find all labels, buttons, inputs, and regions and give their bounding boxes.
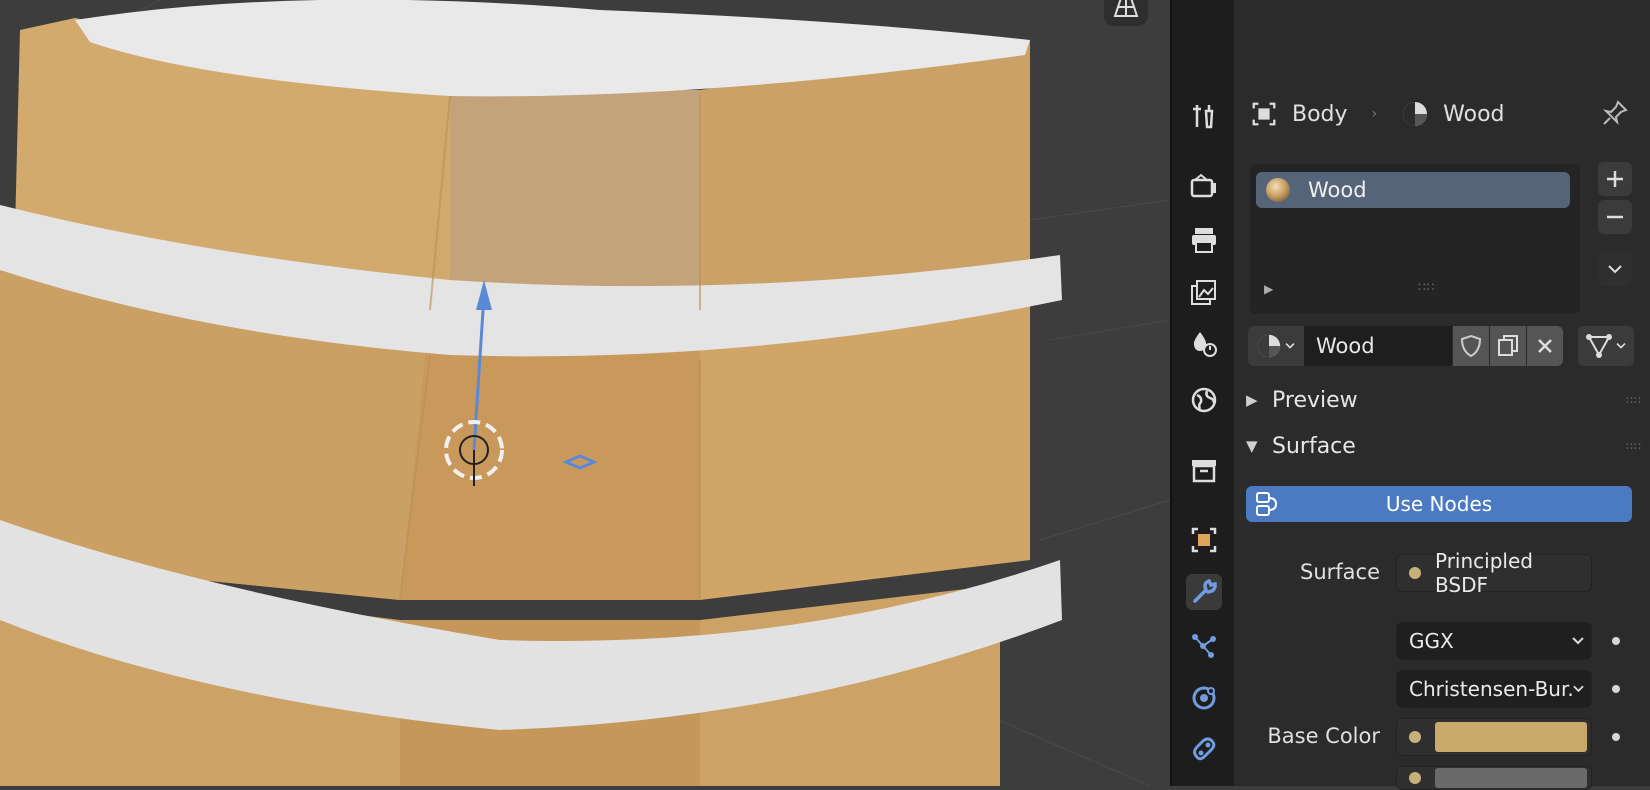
duplicate-icon xyxy=(1498,335,1518,356)
node-tree-icon xyxy=(1256,492,1278,516)
next-property-field[interactable] xyxy=(1396,766,1592,790)
chevron-down-icon xyxy=(1573,685,1584,693)
chevron-down-icon xyxy=(1616,343,1626,349)
plus-icon xyxy=(1607,171,1623,187)
properties-tab-bar xyxy=(1170,0,1236,786)
constraints-tab[interactable] xyxy=(1186,732,1222,768)
use-nodes-button[interactable]: Use Nodes xyxy=(1246,486,1632,522)
panel-surface[interactable]: ▼ Surface ∷∷ xyxy=(1246,426,1642,466)
subsurface-method-value: Christensen-Bur... xyxy=(1409,677,1573,701)
modifier-icon xyxy=(1193,578,1217,603)
chevron-down-icon xyxy=(1572,637,1584,645)
panel-preview-title: Preview xyxy=(1272,387,1358,413)
remove-slot-button[interactable] xyxy=(1598,200,1632,234)
physics-tab[interactable] xyxy=(1186,680,1222,716)
scene-icon xyxy=(1193,332,1217,357)
subsurface-method-dropdown[interactable]: Christensen-Bur... xyxy=(1396,670,1592,708)
output-icon xyxy=(1192,228,1216,253)
list-item[interactable]: Wood xyxy=(1256,172,1570,208)
collection-icon xyxy=(1192,460,1216,483)
tool-icon xyxy=(1193,105,1214,129)
use-nodes-label: Use Nodes xyxy=(1385,492,1493,516)
chevron-down-icon xyxy=(1285,343,1295,349)
add-slot-button[interactable] xyxy=(1598,162,1632,196)
close-icon xyxy=(1538,339,1552,353)
panel-surface-title: Surface xyxy=(1272,433,1356,459)
breadcrumb-separator: › xyxy=(1371,106,1378,122)
surface-shader-field[interactable]: Principled BSDF xyxy=(1396,549,1592,597)
particles-tab[interactable] xyxy=(1186,628,1222,664)
world-icon xyxy=(1191,387,1217,413)
panel-drag-grip-icon[interactable]: ∷∷ xyxy=(1626,394,1642,407)
minus-icon xyxy=(1607,215,1623,219)
render-icon xyxy=(1190,173,1216,198)
scene-tab[interactable] xyxy=(1186,326,1222,362)
material-icon xyxy=(1403,102,1428,126)
material-selector: Wood xyxy=(1248,326,1563,366)
material-preview-icon xyxy=(1266,178,1290,202)
keyframe-dot-icon[interactable] xyxy=(1612,685,1620,693)
panel-preview[interactable]: ▶ Preview ∷∷ xyxy=(1246,380,1642,420)
collapsed-triangle-icon: ▶ xyxy=(1246,391,1258,409)
tool-tab[interactable] xyxy=(1186,98,1222,134)
output-tab[interactable] xyxy=(1186,222,1222,258)
panel-drag-grip-icon[interactable]: ∷∷ xyxy=(1626,440,1642,453)
slot-specials-button[interactable] xyxy=(1598,252,1632,286)
fake-user-button[interactable] xyxy=(1452,326,1489,366)
barrel-model xyxy=(0,0,1170,786)
mesh-data-icon xyxy=(1586,334,1612,358)
chevron-down-icon xyxy=(1608,265,1622,274)
base-color-label: Base Color xyxy=(1267,724,1380,748)
physics-icon xyxy=(1192,686,1216,710)
view-layer-tab[interactable] xyxy=(1186,274,1222,310)
unlink-material-button[interactable] xyxy=(1526,326,1563,366)
pin-icon[interactable] xyxy=(1600,98,1630,132)
breadcrumb: Body › Wood xyxy=(1250,92,1505,136)
material-slot-name: Wood xyxy=(1308,178,1367,202)
socket-icon xyxy=(1409,772,1421,784)
particles-icon xyxy=(1192,634,1216,658)
color-socket-icon xyxy=(1409,731,1421,743)
material-slot-list[interactable]: Wood ▶ ∷∷ xyxy=(1250,164,1580,314)
view-layer-icon xyxy=(1191,280,1216,305)
constraints-icon xyxy=(1193,737,1216,761)
distribution-value: GGX xyxy=(1409,629,1454,653)
material-name-field[interactable]: Wood xyxy=(1304,326,1452,366)
render-tab[interactable] xyxy=(1186,168,1222,204)
shield-icon xyxy=(1460,334,1482,358)
breadcrumb-object: Body xyxy=(1292,101,1348,127)
keyframe-dot-icon[interactable] xyxy=(1612,733,1620,741)
distribution-dropdown[interactable]: GGX xyxy=(1396,622,1592,660)
3d-viewport[interactable] xyxy=(0,0,1170,786)
expanded-triangle-icon: ▼ xyxy=(1246,437,1258,455)
world-tab[interactable] xyxy=(1186,382,1222,418)
material-icon xyxy=(1257,334,1281,358)
expand-triangle-icon[interactable]: ▶ xyxy=(1264,282,1273,296)
base-color-swatch[interactable] xyxy=(1435,722,1587,752)
shader-socket-icon xyxy=(1409,567,1421,579)
object-icon xyxy=(1252,102,1276,126)
browse-material-button[interactable] xyxy=(1248,326,1304,366)
object-icon xyxy=(1191,527,1217,553)
object-tab[interactable] xyxy=(1186,522,1222,558)
link-mode-button[interactable] xyxy=(1578,326,1634,366)
duplicate-material-button[interactable] xyxy=(1489,326,1526,366)
modifier-tab[interactable] xyxy=(1186,574,1222,610)
surface-shader-value: Principled BSDF xyxy=(1435,549,1533,597)
grid-icon[interactable] xyxy=(1104,0,1148,26)
resize-grip-icon[interactable]: ∷∷ xyxy=(1418,280,1435,294)
breadcrumb-material: Wood xyxy=(1443,101,1505,127)
surface-label: Surface xyxy=(1299,560,1380,584)
keyframe-dot-icon[interactable] xyxy=(1612,637,1620,645)
base-color-field[interactable] xyxy=(1396,718,1592,756)
collection-tab[interactable] xyxy=(1186,452,1222,488)
value-swatch xyxy=(1435,768,1587,788)
